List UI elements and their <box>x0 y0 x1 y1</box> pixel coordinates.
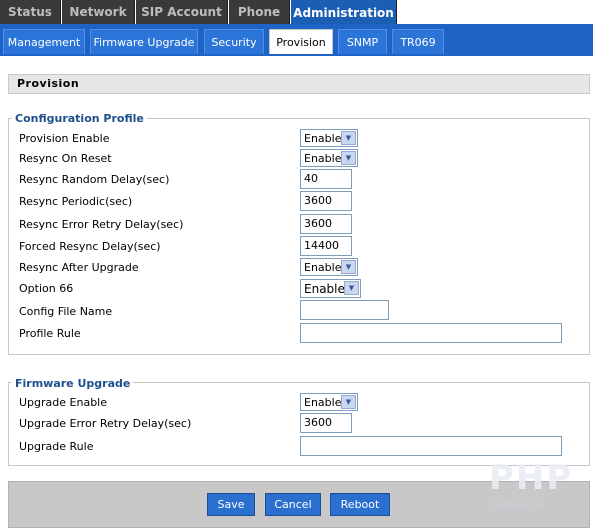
chevron-down-icon: ▼ <box>341 395 356 409</box>
upgrade-enable-value: Enable <box>304 395 342 409</box>
firmware-upgrade-legend: Firmware Upgrade <box>12 377 134 390</box>
subtab-tr069[interactable]: TR069 <box>392 29 444 54</box>
resync-on-reset-value: Enable <box>304 151 342 165</box>
subtab-provision[interactable]: Provision <box>269 29 333 54</box>
forced-resync-delay-label: Forced Resync Delay(sec) <box>19 240 161 253</box>
chevron-down-icon: ▼ <box>341 131 356 145</box>
resync-after-upgrade-label: Resync After Upgrade <box>19 261 139 274</box>
resync-periodic-input[interactable]: 3600 <box>300 191 352 211</box>
tab-status[interactable]: Status <box>0 0 61 24</box>
save-button[interactable]: Save <box>207 493 255 516</box>
option-66-select[interactable]: Enable ▼ <box>300 279 361 298</box>
profile-rule-input[interactable] <box>300 323 562 343</box>
forced-resync-delay-input[interactable]: 14400 <box>300 236 352 256</box>
resync-periodic-label: Resync Periodic(sec) <box>19 195 133 208</box>
chevron-down-icon: ▼ <box>341 260 356 274</box>
tab-phone[interactable]: Phone <box>229 0 290 24</box>
subtab-snmp[interactable]: SNMP <box>338 29 387 54</box>
provision-enable-value: Enable <box>304 131 342 145</box>
upgrade-rule-label: Upgrade Rule <box>19 440 94 453</box>
watermark-logo: PHP PHPCMS.CN <box>489 458 575 514</box>
profile-rule-label: Profile Rule <box>19 327 81 340</box>
config-file-name-label: Config File Name <box>19 305 113 318</box>
resync-on-reset-label: Resync On Reset <box>19 152 112 165</box>
watermark-text: PHPCMS.CN <box>491 502 545 512</box>
chevron-down-icon: ▼ <box>344 281 359 295</box>
resync-random-delay-label: Resync Random Delay(sec) <box>19 173 170 186</box>
config-profile-legend: Configuration Profile <box>12 112 147 125</box>
resync-random-delay-input[interactable]: 40 <box>300 169 352 189</box>
upgrade-error-retry-input[interactable]: 3600 <box>300 413 352 433</box>
config-file-name-input[interactable] <box>300 300 389 320</box>
option-66-label: Option 66 <box>19 282 74 295</box>
provision-enable-select[interactable]: Enable ▼ <box>300 129 358 147</box>
subtab-management[interactable]: Management <box>3 29 85 54</box>
tab-sip-account[interactable]: SIP Account <box>136 0 228 24</box>
upgrade-enable-label: Upgrade Enable <box>19 396 107 409</box>
resync-error-retry-label: Resync Error Retry Delay(sec) <box>19 218 184 231</box>
resync-after-upgrade-value: Enable <box>304 260 342 274</box>
page-title: Provision <box>8 74 590 94</box>
tab-administration[interactable]: Administration <box>291 0 397 26</box>
upgrade-error-retry-label: Upgrade Error Retry Delay(sec) <box>19 417 192 430</box>
reboot-button[interactable]: Reboot <box>330 493 390 516</box>
provision-enable-label: Provision Enable <box>19 132 110 145</box>
tab-network[interactable]: Network <box>62 0 135 24</box>
upgrade-rule-input[interactable] <box>300 436 562 456</box>
resync-after-upgrade-select[interactable]: Enable ▼ <box>300 258 358 276</box>
top-nav: Status Network SIP Account Phone Adminis… <box>0 0 593 26</box>
resync-on-reset-select[interactable]: Enable ▼ <box>300 149 358 167</box>
watermark-mark: PHP <box>489 458 574 498</box>
sub-nav: Management Firmware Upgrade Security Pro… <box>0 24 593 56</box>
upgrade-enable-select[interactable]: Enable ▼ <box>300 393 358 411</box>
option-66-value: Enable <box>304 281 345 296</box>
cancel-button[interactable]: Cancel <box>265 493 321 516</box>
subtab-firmware-upgrade[interactable]: Firmware Upgrade <box>90 29 198 54</box>
chevron-down-icon: ▼ <box>341 151 356 165</box>
resync-error-retry-input[interactable]: 3600 <box>300 214 352 234</box>
subtab-security[interactable]: Security <box>204 29 264 54</box>
